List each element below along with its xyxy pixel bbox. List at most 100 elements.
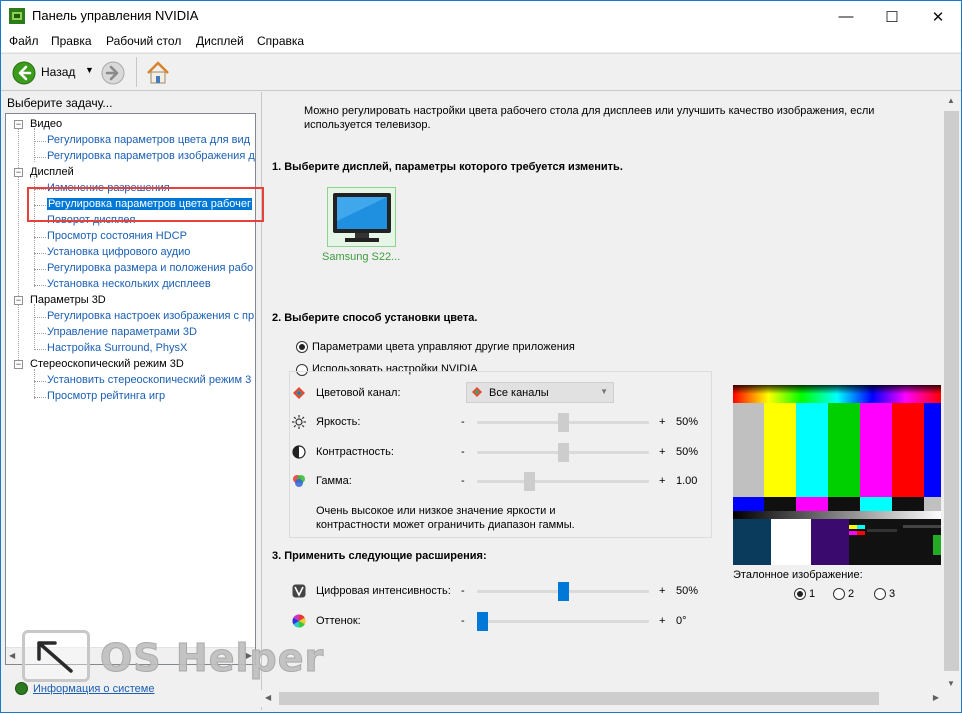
collapse-3d-icon[interactable]: − (14, 296, 23, 305)
tree-item-video-image[interactable]: Регулировка параметров изображения д (47, 150, 255, 162)
radio-other-apps-label[interactable]: Параметрами цвета управляют другие прило… (312, 341, 575, 353)
hue-value: 0° (676, 615, 687, 627)
step1-title: 1. Выберите дисплей, параметры которого … (272, 161, 623, 173)
collapse-video-icon[interactable]: − (14, 120, 23, 129)
digital-vibrance-label: Цифровая интенсивность: (316, 585, 451, 597)
close-button[interactable]: ✕ (915, 1, 961, 32)
step3-title: 3. Применить следующие расширения: (272, 550, 487, 562)
reference-radio-1-label[interactable]: 1 (809, 588, 815, 600)
tree-guide-line (34, 397, 46, 398)
contrast-slider-thumb[interactable] (557, 443, 569, 462)
tree-guide-line (34, 369, 35, 399)
tree-guide-line (18, 128, 19, 366)
tree-guide-line (34, 349, 46, 350)
reference-radio-3[interactable] (874, 588, 886, 600)
contrast-value: 50% (676, 446, 699, 458)
tree-item-set-stereo[interactable]: Установить стереоскопический режим 3 (47, 374, 251, 386)
display-selector[interactable] (327, 187, 396, 247)
digital-vibrance-value: 50% (676, 585, 699, 597)
reference-radio-1[interactable] (794, 588, 806, 600)
color-channel-select[interactable]: Все каналы ▼ (466, 382, 614, 403)
content-vertical-scrollbar[interactable]: ▲ ▼ (943, 94, 960, 690)
gamma-plus: + (659, 475, 666, 487)
system-info-icon[interactable] (15, 682, 28, 695)
brightness-value: 50% (676, 416, 699, 428)
reference-image-label: Эталонное изображение: (733, 569, 863, 581)
gamma-label: Гамма: (316, 475, 352, 487)
tree-item-3d-image[interactable]: Регулировка настроек изображения с пр (47, 310, 254, 322)
window-title: Панель управления NVIDIA (32, 8, 199, 23)
menu-edit[interactable]: Правка (51, 34, 92, 48)
tree-node-stereo-3d[interactable]: Стереоскопический режим 3D (30, 358, 184, 370)
hue-slider-thumb[interactable] (477, 612, 488, 631)
tree-guide-line (34, 141, 46, 142)
tree-item-manage-3d[interactable]: Управление параметрами 3D (47, 326, 197, 338)
tree-item-multiple-displays[interactable]: Установка нескольких дисплеев (47, 278, 211, 290)
minimize-button[interactable]: — (823, 1, 869, 32)
hue-plus: + (659, 615, 666, 627)
reference-test-pattern (733, 385, 941, 565)
home-icon[interactable] (145, 60, 171, 86)
gamma-value: 1.00 (676, 475, 698, 487)
brightness-slider-thumb[interactable] (557, 413, 569, 432)
brightness-icon (292, 415, 306, 429)
color-channel-label: Цветовой канал: (316, 387, 401, 399)
brightness-label: Яркость: (316, 416, 361, 428)
menu-file[interactable]: Файл (9, 34, 39, 48)
dropdown-arrow-icon[interactable]: ▼ (85, 65, 94, 75)
tree-item-game-ratings[interactable]: Просмотр рейтинга игр (47, 390, 165, 402)
tree-item-desktop-size[interactable]: Регулировка размера и положения рабо (47, 262, 253, 274)
forward-arrow-icon[interactable] (101, 61, 125, 85)
radio-other-apps[interactable] (296, 341, 308, 353)
gamma-icon (292, 474, 306, 488)
collapse-stereo-icon[interactable]: − (14, 360, 23, 369)
tree-guide-line (34, 333, 46, 334)
contrast-plus: + (659, 446, 666, 458)
contrast-label: Контрастность: (316, 446, 394, 458)
toolbar-separator (136, 57, 137, 87)
watermark-text: OS Helper (99, 636, 325, 681)
tree-node-3d-settings[interactable]: Параметры 3D (30, 294, 106, 306)
reference-radio-3-label[interactable]: 3 (889, 588, 895, 600)
back-button-label[interactable]: Назад (41, 65, 75, 79)
system-info-link[interactable]: Информация о системе (33, 683, 154, 695)
tree-item-surround-physx[interactable]: Настройка Surround, PhysX (47, 342, 187, 354)
digital-vibrance-plus: + (659, 585, 666, 597)
digital-vibrance-slider-thumb[interactable] (557, 582, 569, 601)
monitor-icon (331, 191, 393, 248)
menu-help[interactable]: Справка (257, 34, 304, 48)
hue-minus: - (461, 615, 465, 627)
reference-radio-2[interactable] (833, 588, 845, 600)
collapse-display-icon[interactable]: − (14, 168, 23, 177)
digital-vibrance-icon (292, 584, 306, 598)
tree-guide-line (34, 157, 46, 158)
gamma-minus: - (461, 475, 465, 487)
nvidia-app-icon (9, 8, 25, 24)
chevron-down-icon: ▼ (600, 387, 608, 396)
menu-display[interactable]: Дисплей (196, 34, 244, 48)
monitor-label[interactable]: Samsung S22... (322, 251, 400, 263)
digital-vibrance-minus: - (461, 585, 465, 597)
hue-slider[interactable] (477, 620, 649, 623)
menu-desktop[interactable]: Рабочий стол (106, 34, 181, 48)
highlight-frame (27, 187, 264, 222)
tree-item-video-color[interactable]: Регулировка параметров цвета для вид (47, 134, 250, 146)
hue-label: Оттенок: (316, 615, 361, 627)
tree-node-video[interactable]: Видео (30, 118, 62, 130)
reference-radio-2-label[interactable]: 2 (848, 588, 854, 600)
tree-node-display[interactable]: Дисплей (30, 166, 74, 178)
tree-item-digital-audio[interactable]: Установка цифрового аудио (47, 246, 190, 258)
gamma-slider[interactable] (477, 480, 649, 483)
gamma-slider-thumb[interactable] (523, 472, 535, 491)
back-arrow-icon[interactable] (12, 61, 36, 85)
tree-guide-line (34, 269, 46, 270)
tree-item-hdcp-status[interactable]: Просмотр состояния HDCP (47, 230, 187, 242)
brightness-plus: + (659, 416, 666, 428)
step2-title: 2. Выберите способ установки цвета. (272, 312, 478, 324)
tree-guide-line (34, 285, 46, 286)
watermark-logo (22, 630, 90, 682)
content-horizontal-scrollbar[interactable]: ◀ ▶ (261, 690, 943, 707)
maximize-button[interactable]: ☐ (869, 1, 915, 32)
brightness-minus: - (461, 416, 465, 428)
gamma-range-note: Очень высокое или низкое значение яркост… (316, 505, 575, 531)
